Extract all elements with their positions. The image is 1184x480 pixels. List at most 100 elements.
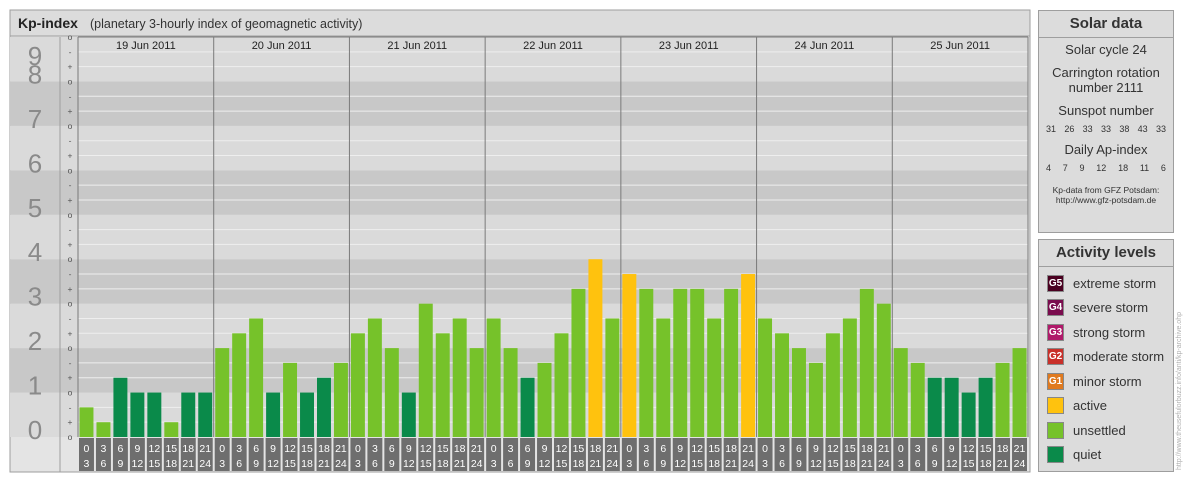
kp-bar	[995, 362, 1010, 437]
interval-start-label: 12	[556, 443, 568, 455]
kp-band	[10, 348, 1028, 393]
kp-bar	[130, 392, 145, 437]
interval-start-label: 3	[915, 443, 921, 455]
interval-end-label: 18	[165, 458, 177, 470]
legend-item: G1 minor storm	[1039, 369, 1173, 394]
interval-end-label: 15	[420, 458, 432, 470]
y-subtick-label: o	[68, 343, 73, 353]
ap-value: 4	[1046, 163, 1052, 173]
y-subtick-label: o	[68, 299, 73, 309]
kp-bar	[588, 259, 603, 437]
interval-end-label: 9	[117, 458, 123, 470]
interval-end-label: 9	[932, 458, 938, 470]
ap-title: Daily Ap-index	[1064, 142, 1148, 157]
interval-end-label: 21	[182, 458, 194, 470]
y-subtick-label: +	[68, 62, 73, 72]
carrington-line-1: Carrington rotation	[1052, 65, 1160, 80]
interval-end-label: 9	[525, 458, 531, 470]
kp-band	[10, 303, 1028, 349]
kp-bar	[825, 333, 840, 437]
kp-bar	[198, 392, 213, 437]
kp-bar	[350, 333, 365, 437]
y-subtick-label: o	[68, 210, 73, 220]
interval-end-label: 3	[355, 458, 361, 470]
y-tick-label: 3	[28, 282, 42, 312]
kp-bar	[622, 274, 637, 437]
y-tick-label: 1	[28, 371, 42, 401]
y-tick-label: 4	[28, 237, 42, 267]
interval-end-label: 6	[236, 458, 242, 470]
interval-start-label: 6	[389, 443, 395, 455]
legend-item: quiet	[1039, 443, 1173, 468]
kp-bar	[673, 288, 688, 437]
legend-item: G5 extreme storm	[1039, 271, 1173, 296]
solar-data-panel: Solar data Solar cycle 24 Carrington rot…	[1038, 10, 1174, 233]
kp-bar	[910, 362, 925, 437]
legend-item: unsettled	[1039, 418, 1173, 443]
interval-start-label: 15	[844, 443, 856, 455]
y-subtick-label: -	[69, 269, 72, 279]
y-subtick-label: +	[68, 328, 73, 338]
kp-bar	[978, 377, 993, 437]
y-tick-label: 0	[28, 415, 42, 445]
interval-end-label: 12	[403, 458, 415, 470]
interval-end-label: 24	[742, 458, 754, 470]
legend-label: extreme storm	[1073, 275, 1157, 291]
interval-start-label: 3	[372, 443, 378, 455]
interval-start-label: 21	[335, 443, 347, 455]
day-label: 23 Jun 2011	[659, 40, 719, 52]
kp-bar	[181, 392, 196, 437]
kp-band	[10, 392, 1028, 437]
interval-end-label: 21	[454, 458, 466, 470]
y-tick-label: 6	[28, 148, 42, 178]
interval-end-label: 6	[915, 458, 921, 470]
y-subtick-label: -	[69, 91, 72, 101]
interval-start-label: 9	[270, 443, 276, 455]
interval-end-label: 21	[725, 458, 737, 470]
legend-item: G3 strong storm	[1039, 320, 1173, 345]
interval-start-label: 6	[253, 443, 259, 455]
kp-bar	[452, 318, 467, 437]
kp-bar	[690, 288, 705, 437]
sunspot-title: Sunspot number	[1058, 103, 1154, 118]
kp-bar	[79, 407, 94, 437]
y-subtick-label: +	[68, 195, 73, 205]
ap-values: 4 7 9 12 18 11 6	[1039, 163, 1173, 173]
interval-end-label: 6	[372, 458, 378, 470]
interval-start-label: 18	[590, 443, 602, 455]
interval-end-label: 15	[827, 458, 839, 470]
kp-bar	[927, 377, 942, 437]
y-subtick-label: o	[68, 76, 73, 86]
kp-bar	[435, 333, 450, 437]
y-subtick-label: -	[69, 225, 72, 235]
y-subtick-label: -	[69, 136, 72, 146]
y-subtick-label: +	[68, 373, 73, 383]
y-subtick-label: o	[68, 32, 73, 42]
legend-swatch	[1047, 446, 1064, 464]
interval-end-label: 15	[148, 458, 160, 470]
interval-end-label: 9	[253, 458, 259, 470]
interval-start-label: 21	[471, 443, 483, 455]
interval-end-label: 18	[437, 458, 449, 470]
sunspot-value: 31	[1046, 124, 1057, 134]
sunspot-value: 43	[1137, 124, 1148, 134]
interval-end-label: 21	[590, 458, 602, 470]
interval-start-label: 18	[454, 443, 466, 455]
source-link[interactable]: http://www.gfz-potsdam.de	[1039, 195, 1173, 205]
interval-start-label: 0	[491, 443, 497, 455]
interval-start-label: 0	[219, 443, 225, 455]
kp-bar	[96, 422, 111, 437]
interval-end-label: 18	[301, 458, 313, 470]
interval-start-label: 0	[898, 443, 904, 455]
legend-label: unsettled	[1073, 422, 1126, 438]
interval-start-label: 9	[677, 443, 683, 455]
interval-end-label: 12	[810, 458, 822, 470]
interval-start-label: 9	[949, 443, 955, 455]
kp-bar	[758, 318, 773, 437]
kp-bar	[741, 274, 756, 437]
kp-bar	[367, 318, 382, 437]
interval-end-label: 3	[626, 458, 632, 470]
ap-value: 12	[1096, 163, 1107, 173]
kp-bar	[503, 348, 518, 437]
y-subtick-label: -	[69, 402, 72, 412]
